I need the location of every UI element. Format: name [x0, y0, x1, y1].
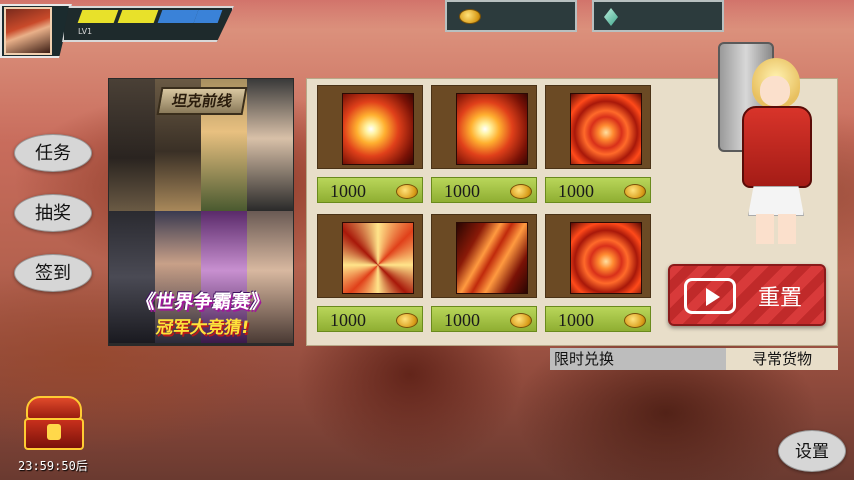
game-logo: 坦克前线 [156, 87, 248, 115]
play-triangle [706, 288, 720, 306]
play-icon [684, 278, 736, 314]
skill-frame [317, 214, 423, 298]
gold-balance-panel[interactable] [445, 0, 577, 32]
price-value: 1000 [558, 181, 594, 201]
price-button[interactable]: 1000 [545, 306, 651, 332]
character-legs [756, 214, 796, 244]
skill-frame [545, 214, 651, 298]
chest-countdown-timer: 23:59:50后 [18, 459, 88, 473]
gem-balance-panel[interactable] [592, 0, 724, 32]
gold-coin-icon [510, 313, 532, 328]
price-button[interactable]: 1000 [545, 177, 651, 203]
shop-item[interactable]: 1000 [541, 81, 651, 205]
energy-bar-segment [117, 10, 159, 23]
price-value: 1000 [444, 310, 480, 330]
player-level: LV1 [78, 27, 93, 36]
shop-item[interactable]: 1000 [427, 210, 537, 334]
chest-lock-icon [47, 424, 61, 440]
gold-coin-icon [624, 313, 646, 328]
character-face [760, 76, 790, 106]
checkin-button[interactable]: 签到 [14, 254, 92, 292]
shopkeeper-character [712, 36, 832, 246]
mana-bar-segment [193, 10, 223, 23]
shop-item[interactable]: 1000 [313, 81, 423, 205]
shop-item[interactable]: 1000 [541, 210, 651, 334]
gold-coin-icon [459, 9, 481, 24]
skill-frame [431, 214, 537, 298]
gold-coin-icon [396, 313, 418, 328]
skill-frame [431, 85, 537, 169]
tab-limited-exchange[interactable]: 限时兑换 [550, 348, 726, 370]
banner-portrait [109, 79, 155, 211]
vortex-skill-icon [570, 222, 642, 294]
price-button[interactable]: 1000 [431, 177, 537, 203]
flame-swirl-skill-icon [342, 93, 414, 165]
task-button[interactable]: 任务 [14, 134, 92, 172]
price-button[interactable]: 1000 [317, 306, 423, 332]
gold-coin-icon [396, 184, 418, 199]
gold-coin-icon [510, 184, 532, 199]
price-button[interactable]: 1000 [317, 177, 423, 203]
mana-bar-segment [157, 10, 199, 23]
skill-frame [545, 85, 651, 169]
price-value: 1000 [330, 310, 366, 330]
price-value: 1000 [444, 181, 480, 201]
vortex-skill-icon [570, 93, 642, 165]
price-value: 1000 [330, 181, 366, 201]
character-skirt [748, 186, 804, 216]
reset-button[interactable]: 重置 [668, 264, 826, 326]
price-button[interactable]: 1000 [431, 306, 537, 332]
character-jacket [742, 106, 812, 188]
chest-lid [26, 396, 82, 420]
price-value: 1000 [558, 310, 594, 330]
lottery-button[interactable]: 抽奖 [14, 194, 92, 232]
shop-item[interactable]: 1000 [427, 81, 537, 205]
player-avatar[interactable] [4, 7, 52, 55]
lightning-skill-icon [342, 222, 414, 294]
banner-portrait [247, 79, 293, 211]
fire-burst-skill-icon [456, 93, 528, 165]
diamond-gem-icon [604, 8, 618, 26]
energy-bar-segment [77, 10, 119, 23]
gold-coin-icon [624, 184, 646, 199]
flame-claw-skill-icon [456, 222, 528, 294]
banner-title: 《世界争霸赛》 [134, 291, 271, 313]
shop-item[interactable]: 1000 [313, 210, 423, 334]
reset-label: 重置 [758, 286, 803, 311]
treasure-chest-icon[interactable] [22, 396, 86, 452]
settings-button[interactable]: 设置 [778, 430, 846, 472]
tab-regular-goods[interactable]: 寻常货物 [726, 348, 838, 370]
banner-subtitle: 冠军大竞猜! [154, 318, 251, 338]
event-banner[interactable]: 坦克前线 《世界争霸赛》 冠军大竞猜! [108, 78, 294, 346]
skill-frame [317, 85, 423, 169]
